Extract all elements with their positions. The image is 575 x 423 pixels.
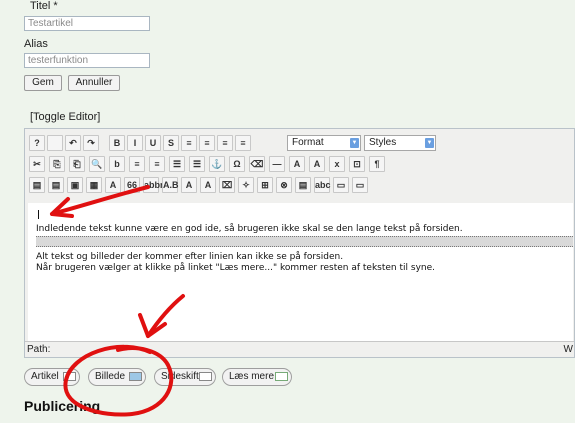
toolbar-button-icon[interactable]: b [109,156,125,172]
toolbar-button-icon[interactable]: ☰ [189,156,205,172]
strikethrough-icon[interactable]: S [163,135,179,151]
title-label: Titel * [30,0,58,12]
toolbar-button-icon[interactable]: ¶ [369,156,385,172]
article-icon [63,372,76,381]
image-button[interactable]: Billede [88,368,146,386]
title-input[interactable]: Testartikel [24,16,150,31]
toolbar-button-icon[interactable]: A [200,177,216,193]
read-more-button-label: Læs mere [229,371,275,382]
toggle-editor-link[interactable]: [Toggle Editor] [30,111,100,123]
underline-icon[interactable]: U [145,135,161,151]
cancel-button[interactable]: Annuller [68,75,120,91]
toolbar-button-icon[interactable]: ⌧ [219,177,235,193]
toolbar-button-icon[interactable]: 66 [124,177,140,193]
toolbar-button-icon[interactable]: abbr [143,177,164,193]
toolbar-button-icon[interactable]: ⎘ [49,156,65,172]
toolbar-button-icon[interactable]: A.B [162,177,179,193]
toolbar-button-icon[interactable]: ⚓ [209,156,225,172]
toolbar-button-icon[interactable]: ✧ [238,177,254,193]
word-count-label: W [563,344,573,355]
toolbar-button-icon[interactable]: A [105,177,121,193]
save-button[interactable]: Gem [24,75,62,91]
read-more-button[interactable]: Læs mere [222,368,292,386]
toolbar-button-icon[interactable]: ▤ [48,177,64,193]
toolbar-button-icon[interactable]: 🔍 [89,156,105,172]
read-more-icon [275,372,288,381]
chevron-down-icon: ▼ [425,138,434,148]
toolbar-button-icon[interactable]: ▭ [352,177,368,193]
align-center-icon[interactable]: ≡ [199,135,215,151]
styles-select-label: Styles [369,137,397,148]
redo-icon[interactable]: ↷ [83,135,99,151]
toolbar-button-icon[interactable]: ≡ [129,156,145,172]
toolbar-button-icon[interactable]: ≡ [149,156,165,172]
toolbar-button-icon[interactable]: ☰ [169,156,185,172]
toolbar-button-icon[interactable]: ▣ [67,177,83,193]
image-icon [129,372,142,381]
image-button-label: Billede [95,371,126,382]
align-right-icon[interactable]: ≡ [217,135,233,151]
toolbar-button-icon[interactable]: abc [314,177,331,193]
path-label: Path: [27,344,51,355]
toolbar-button-icon[interactable]: ⊞ [257,177,273,193]
italic-icon[interactable]: I [127,135,143,151]
article-button[interactable]: Artikel [24,368,80,386]
undo-icon[interactable]: ↶ [65,135,81,151]
page-break-button-label: Sideskift [161,371,199,382]
text-cursor [38,210,39,219]
article-button-label: Artikel [31,371,59,382]
editor-paragraph-intro: Indledende tekst kunne være en god ide, … [36,224,463,234]
align-left-icon[interactable]: ≡ [181,135,197,151]
rich-text-editor: ? ↶ ↷ B I U S ≡ ≡ ≡ ≡ Format ▼ Styles ▼ ✂ ⎘ ⎗ 🔍 b ≡ ≡ ☰ ☰ ⚓… [24,128,575,358]
toolbar-button-icon[interactable]: Ω [229,156,245,172]
editor-paragraph-line: Alt tekst og billeder der kommer efter l… [36,252,344,262]
bold-icon[interactable]: B [109,135,125,151]
format-select[interactable]: Format ▼ [287,135,361,151]
toolbar-button-icon[interactable]: A [181,177,197,193]
new-document-icon[interactable] [47,135,63,151]
read-more-separator [36,236,573,247]
styles-select[interactable]: Styles ▼ [364,135,436,151]
format-select-label: Format [292,137,324,148]
toolbar-button-icon[interactable]: ⊗ [276,177,292,193]
alias-label: Alias [24,38,48,50]
editor-path-bar: Path: W [25,341,574,358]
toolbar-button-icon[interactable]: — [269,156,285,172]
publishing-heading: Publicering [24,398,101,414]
editor-content-area[interactable]: Indledende tekst kunne være en god ide, … [28,203,573,341]
align-justify-icon[interactable]: ≡ [235,135,251,151]
toolbar-button-icon[interactable]: ✂ [29,156,45,172]
toolbar-button-icon[interactable]: ▦ [86,177,102,193]
article-edit-form: Titel * Testartikel Alias testerfunktion… [0,0,575,423]
toolbar-button-icon[interactable]: ▤ [29,177,45,193]
toolbar-button-icon[interactable]: A [309,156,325,172]
toolbar-button-icon[interactable]: A [289,156,305,172]
toolbar-button-icon[interactable]: ▤ [295,177,311,193]
toolbar-button-icon[interactable]: ⎗ [69,156,85,172]
toolbar-button-icon[interactable]: x [329,156,345,172]
toolbar-button-icon[interactable]: ⌫ [249,156,265,172]
page-break-button[interactable]: Sideskift [154,368,216,386]
chevron-down-icon: ▼ [350,138,359,148]
editor-paragraph-line: Når brugeren vælger at klikke på linket … [36,263,435,273]
alias-input[interactable]: testerfunktion [24,53,150,68]
toolbar-button-icon[interactable]: ⊡ [349,156,365,172]
help-icon[interactable]: ? [29,135,45,151]
page-break-icon [199,372,212,381]
toolbar-button-icon[interactable]: ▭ [333,177,349,193]
